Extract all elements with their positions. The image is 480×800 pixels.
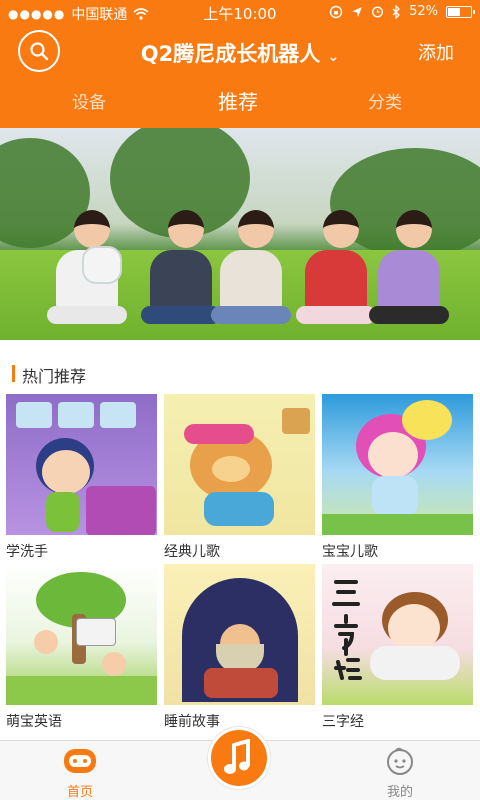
robot-figure [82,246,122,284]
card-bedtime-stories[interactable]: 睡前故事 [164,564,315,731]
calligraphy-title-icon [332,580,362,680]
tab-mine-label: 我的 [386,785,413,800]
child-figure [369,210,449,324]
tab-home-label: 首页 [66,785,93,800]
battery-percent: 52% [409,4,438,19]
card-thumbnail [6,564,157,705]
card-three-character-classic[interactable]: 三字经 [322,564,473,731]
card-hand-washing[interactable]: 学洗手 [6,394,157,561]
status-right: 52% [329,4,475,19]
hot-recommend-header: 热门推荐 [0,358,480,390]
section-accent-bar [12,365,15,382]
music-play-button[interactable] [208,727,270,789]
section-title: 热门推荐 [22,367,87,386]
tab-devices[interactable]: 设备 [72,88,106,113]
alarm-icon [372,6,384,18]
card-baby-english[interactable]: 萌宝英语 [6,564,157,731]
chevron-down-icon[interactable]: ⌄ [328,49,340,65]
child-figure [141,210,221,324]
child-figure [296,210,376,324]
card-label: 经典儿歌 [164,544,220,560]
banner-image[interactable] [0,128,480,340]
app-header: ●●●●● 中国联通 上午10:00 52% Q2腾尼成长机器人 ⌄ 添加 设备… [0,0,480,128]
card-thumbnail [6,394,157,535]
card-thumbnail [164,564,315,705]
status-bar: ●●●●● 中国联通 上午10:00 52% [0,0,480,24]
rotation-lock-icon [329,5,343,18]
card-baby-songs[interactable]: 宝宝儿歌 [322,394,473,561]
tab-category[interactable]: 分类 [368,88,402,113]
robot-home-icon [64,749,96,773]
location-arrow-icon [352,6,363,17]
add-button[interactable]: 添加 [418,39,454,65]
tab-home[interactable]: 首页 [40,747,120,800]
battery-icon [446,5,475,18]
nav-bar: Q2腾尼成长机器人 ⌄ 添加 [0,24,480,76]
card-classic-songs[interactable]: 经典儿歌 [164,394,315,561]
card-label: 三字经 [322,714,364,730]
card-label: 萌宝英语 [6,714,62,730]
card-label: 学洗手 [6,544,48,560]
child-figure [211,210,291,324]
top-tabs: 设备 推荐 分类 [0,80,480,128]
music-note-icon [224,739,250,774]
tab-mine[interactable]: 我的 [360,747,440,800]
card-thumbnail [322,394,473,535]
card-thumbnail [322,564,473,705]
search-icon [30,42,49,61]
card-label: 宝宝儿歌 [322,544,378,560]
tab-recommend[interactable]: 推荐 [218,86,258,115]
bluetooth-icon [392,4,401,19]
baby-face-icon [387,747,413,775]
device-title[interactable]: Q2腾尼成长机器人 [141,42,320,66]
search-button[interactable] [18,30,60,72]
device-selector: Q2腾尼成长机器人 ⌄ [0,38,480,68]
card-thumbnail [164,394,315,535]
bottom-tab-bar: 首页 我的 [0,727,480,800]
